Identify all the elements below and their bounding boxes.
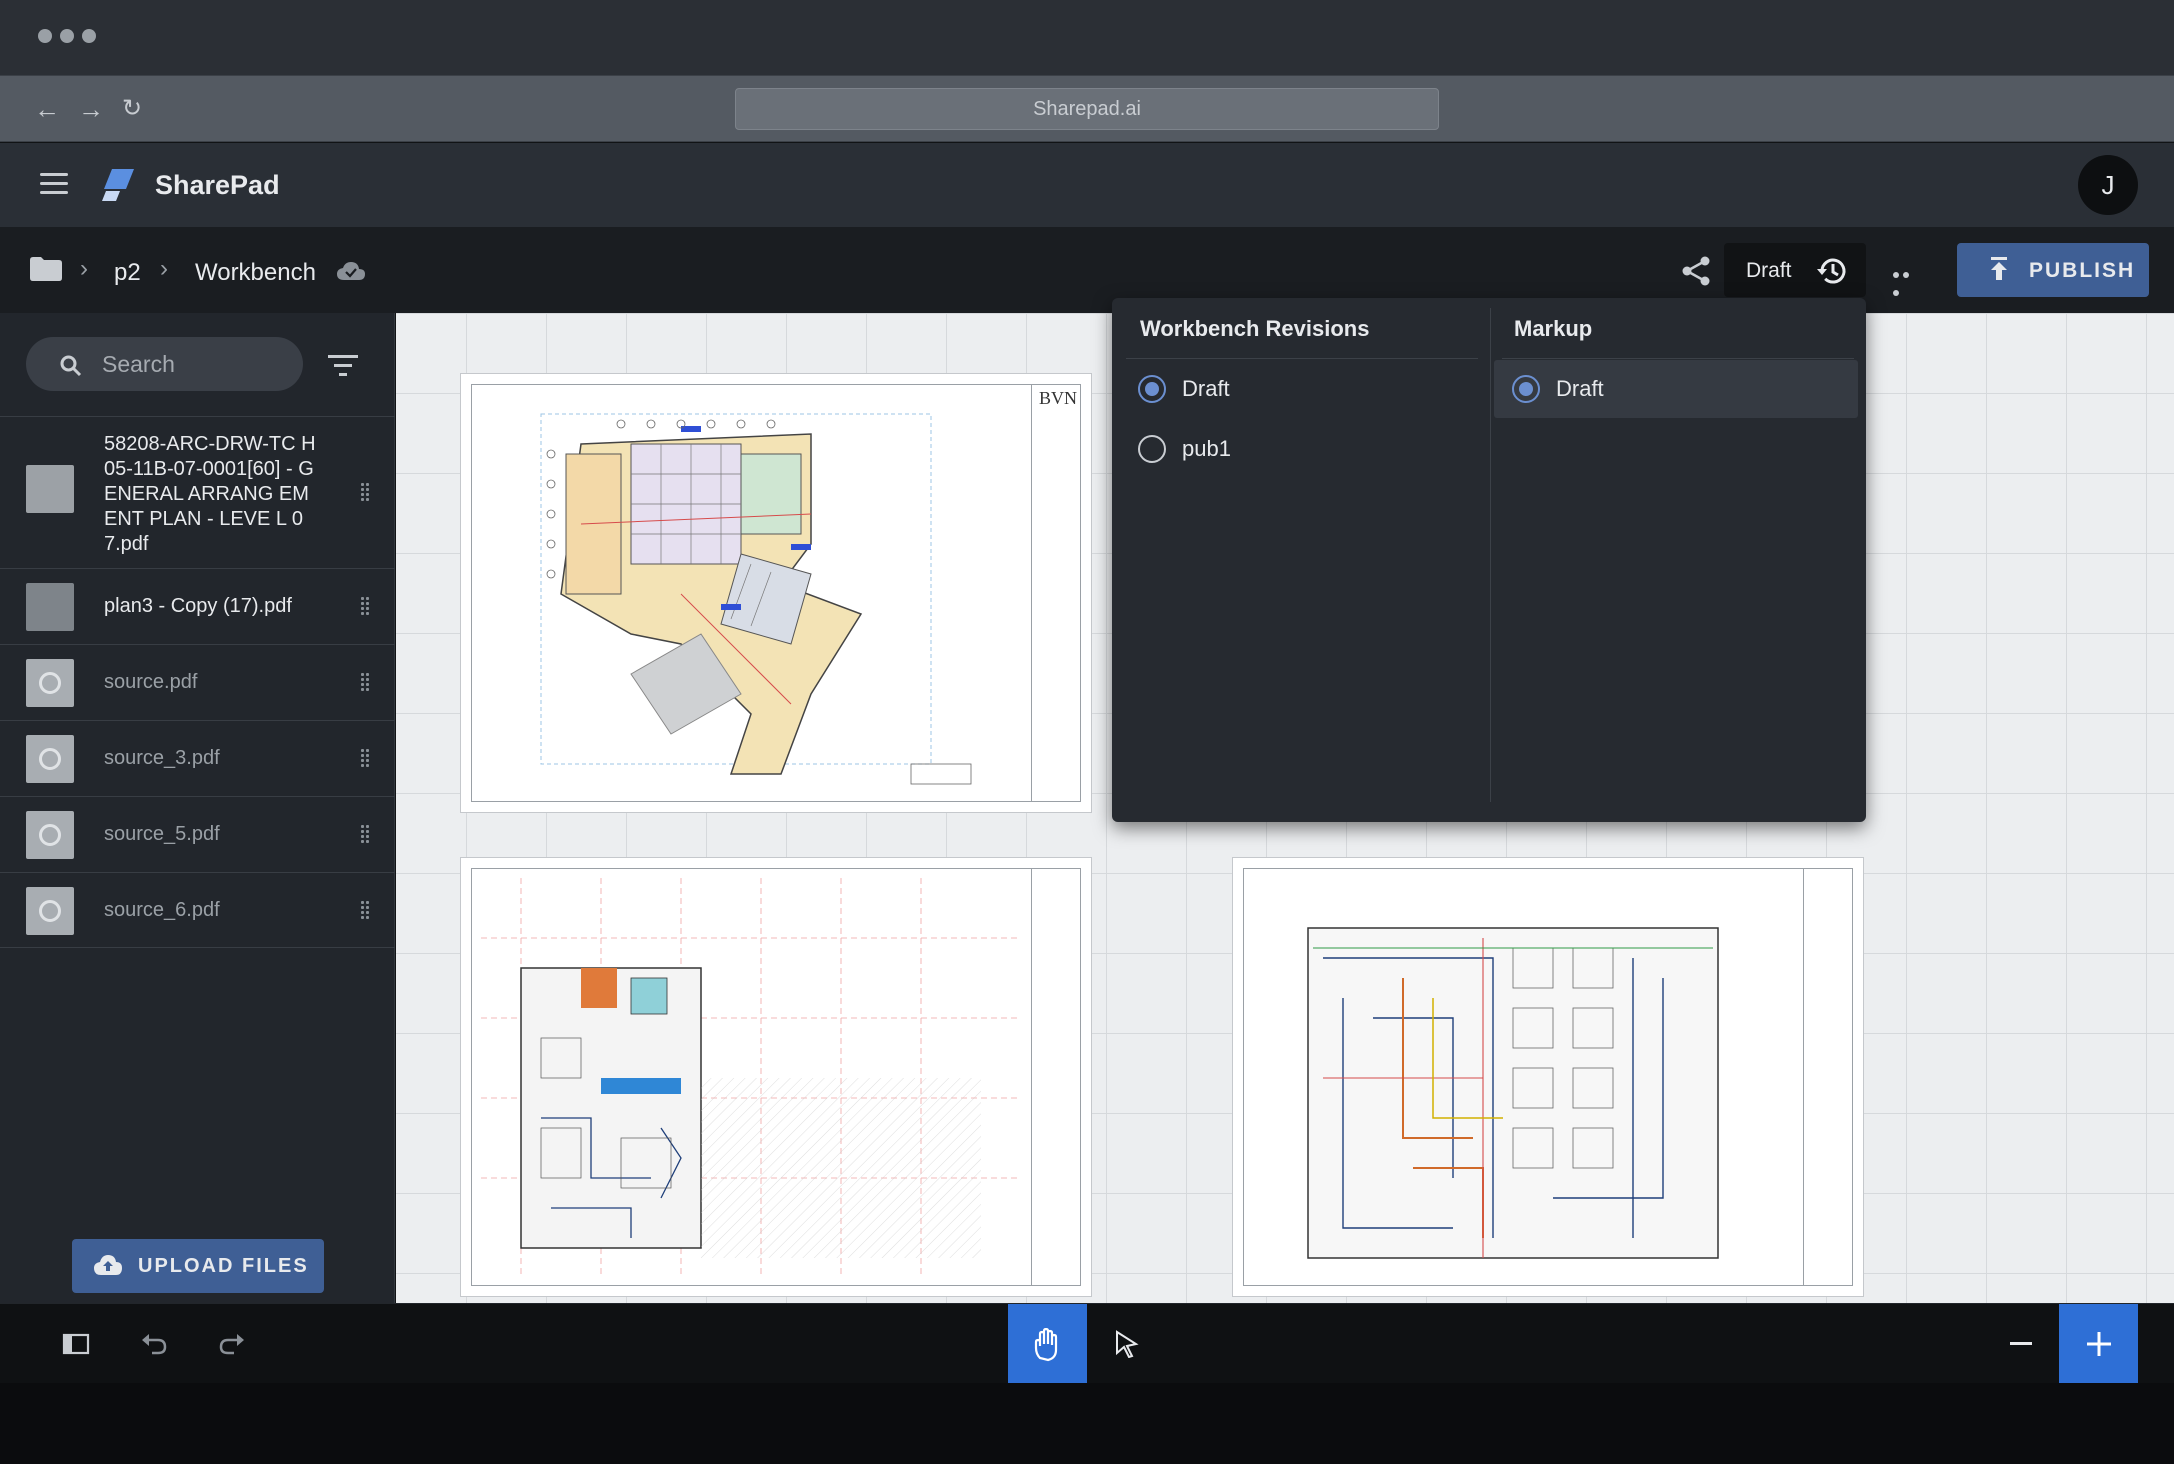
revision-option-label: Draft bbox=[1182, 376, 1230, 401]
file-list: 58208-ARC-DRW-TC H05-11B-07-0001[60] - G… bbox=[0, 416, 395, 948]
drawing-sheet[interactable] bbox=[460, 857, 1092, 1297]
markup-option-draft[interactable]: Draft bbox=[1494, 360, 1858, 418]
file-thumbnail bbox=[26, 811, 74, 859]
file-thumbnail bbox=[26, 887, 74, 935]
publish-button[interactable]: PUBLISH bbox=[1957, 243, 2149, 297]
divider bbox=[1502, 358, 1854, 359]
drag-handle-icon[interactable] bbox=[360, 597, 370, 617]
breadcrumb-chevron-icon: › bbox=[160, 255, 168, 282]
sheet-title-block bbox=[1031, 868, 1081, 1286]
file-thumbnail bbox=[26, 735, 74, 783]
more-options-icon[interactable] bbox=[1893, 265, 1921, 296]
radio-selected-icon[interactable] bbox=[1512, 375, 1540, 403]
reload-icon[interactable]: ↻ bbox=[122, 94, 142, 124]
file-item[interactable]: plan3 - Copy (17).pdf bbox=[0, 568, 395, 644]
sheet-title-block bbox=[1803, 868, 1853, 1286]
filter-icon[interactable] bbox=[328, 355, 358, 377]
search-input[interactable] bbox=[102, 347, 282, 381]
zoom-in-icon bbox=[2087, 1332, 2111, 1356]
hand-icon bbox=[1034, 1328, 1058, 1362]
revision-option-draft[interactable]: Draft bbox=[1120, 360, 1480, 418]
drag-handle-icon[interactable] bbox=[360, 825, 370, 845]
sheet-title-block-text: BVN bbox=[1038, 388, 1077, 408]
breadcrumb-current: Workbench bbox=[195, 259, 316, 286]
folder-icon[interactable] bbox=[30, 257, 62, 281]
file-name: source_3.pdf bbox=[104, 747, 220, 769]
window-minimize-dot[interactable] bbox=[60, 29, 74, 43]
drag-handle-icon[interactable] bbox=[360, 749, 370, 769]
app-header: SharePad J bbox=[0, 143, 2174, 227]
drawing-sheet[interactable] bbox=[1232, 857, 1864, 1297]
services-plan-drawing bbox=[1307, 927, 1719, 1259]
cloud-synced-icon bbox=[337, 262, 365, 280]
search-box[interactable] bbox=[26, 337, 303, 391]
markup-title: Markup bbox=[1514, 316, 1593, 341]
revisions-dropdown: Workbench Revisions Markup Draft pub1 Dr… bbox=[1112, 298, 1866, 822]
back-arrow-icon[interactable]: ← bbox=[34, 94, 60, 124]
file-name: plan3 - Copy (17).pdf bbox=[104, 595, 292, 617]
file-name: source_5.pdf bbox=[104, 823, 220, 845]
revision-label: Draft bbox=[1746, 259, 1792, 282]
drawing-sheet[interactable]: BVN bbox=[460, 373, 1092, 813]
drag-handle-icon[interactable] bbox=[360, 483, 370, 503]
file-item[interactable]: source_3.pdf bbox=[0, 720, 395, 796]
radio-selected-icon[interactable] bbox=[1138, 375, 1166, 403]
revision-selector[interactable]: Draft bbox=[1724, 243, 1866, 297]
app-name: SharePad bbox=[155, 170, 280, 200]
select-cursor-icon[interactable] bbox=[1114, 1330, 1140, 1358]
window-close-dot[interactable] bbox=[38, 29, 52, 43]
file-name: 58208-ARC-DRW-TC H05-11B-07-0001[60] - G… bbox=[104, 433, 316, 555]
redo-icon[interactable] bbox=[218, 1330, 246, 1358]
file-name: source_6.pdf bbox=[104, 899, 220, 921]
radio-unselected-icon[interactable] bbox=[1138, 435, 1166, 463]
toggle-sidebar-icon[interactable] bbox=[62, 1330, 90, 1358]
menu-icon[interactable] bbox=[40, 173, 68, 195]
file-thumbnail bbox=[26, 465, 74, 513]
browser-navbar: ← → ↻ Sharepad.ai bbox=[0, 75, 2174, 142]
sharepad-logo-icon bbox=[102, 169, 134, 201]
undo-icon[interactable] bbox=[140, 1330, 168, 1358]
upload-files-button[interactable]: UPLOAD FILES bbox=[72, 1239, 324, 1293]
file-item[interactable]: source_5.pdf bbox=[0, 796, 395, 872]
services-plan-drawing bbox=[481, 878, 1021, 1278]
file-sidebar: 58208-ARC-DRW-TC H05-11B-07-0001[60] - G… bbox=[0, 313, 395, 1303]
user-avatar[interactable]: J bbox=[2078, 155, 2138, 215]
drag-handle-icon[interactable] bbox=[360, 673, 370, 693]
file-item[interactable]: source_6.pdf bbox=[0, 872, 395, 948]
revision-option-label: pub1 bbox=[1182, 436, 1231, 461]
markup-option-label: Draft bbox=[1556, 376, 1604, 401]
zoom-out-icon[interactable] bbox=[2000, 1330, 2040, 1358]
file-thumbnail bbox=[26, 583, 74, 631]
footer-area bbox=[0, 1383, 2174, 1464]
breadcrumb-chevron-icon: › bbox=[80, 255, 88, 282]
search-icon bbox=[60, 355, 82, 377]
file-item[interactable]: source.pdf bbox=[0, 644, 395, 720]
window-maximize-dot[interactable] bbox=[82, 29, 96, 43]
cloud-upload-icon bbox=[94, 1255, 122, 1275]
zoom-in-button[interactable] bbox=[2059, 1304, 2138, 1384]
file-thumbnail bbox=[26, 659, 74, 707]
upload-files-label: UPLOAD FILES bbox=[138, 1255, 309, 1277]
sheet-title-block bbox=[1031, 384, 1081, 802]
breadcrumb-project[interactable]: p2 bbox=[114, 259, 141, 287]
url-bar[interactable]: Sharepad.ai bbox=[735, 88, 1439, 130]
drag-handle-icon[interactable] bbox=[360, 901, 370, 921]
workbench-revisions-title: Workbench Revisions bbox=[1140, 316, 1370, 341]
browser-titlebar bbox=[0, 0, 2174, 75]
file-item[interactable]: 58208-ARC-DRW-TC H05-11B-07-0001[60] - G… bbox=[0, 416, 395, 568]
file-name: source.pdf bbox=[104, 671, 198, 693]
column-divider bbox=[1490, 308, 1491, 802]
floor-plan-drawing bbox=[540, 413, 972, 785]
revision-option-pub1[interactable]: pub1 bbox=[1120, 420, 1480, 478]
pan-tool-button[interactable] bbox=[1008, 1304, 1087, 1384]
publish-label: PUBLISH bbox=[2029, 259, 2136, 282]
forward-arrow-icon[interactable]: → bbox=[78, 94, 104, 124]
upload-arrow-icon bbox=[1991, 257, 2007, 280]
bottom-toolbar bbox=[0, 1303, 2174, 1384]
share-icon[interactable] bbox=[1680, 255, 1712, 287]
divider bbox=[1126, 358, 1478, 359]
history-icon bbox=[1817, 258, 1846, 284]
